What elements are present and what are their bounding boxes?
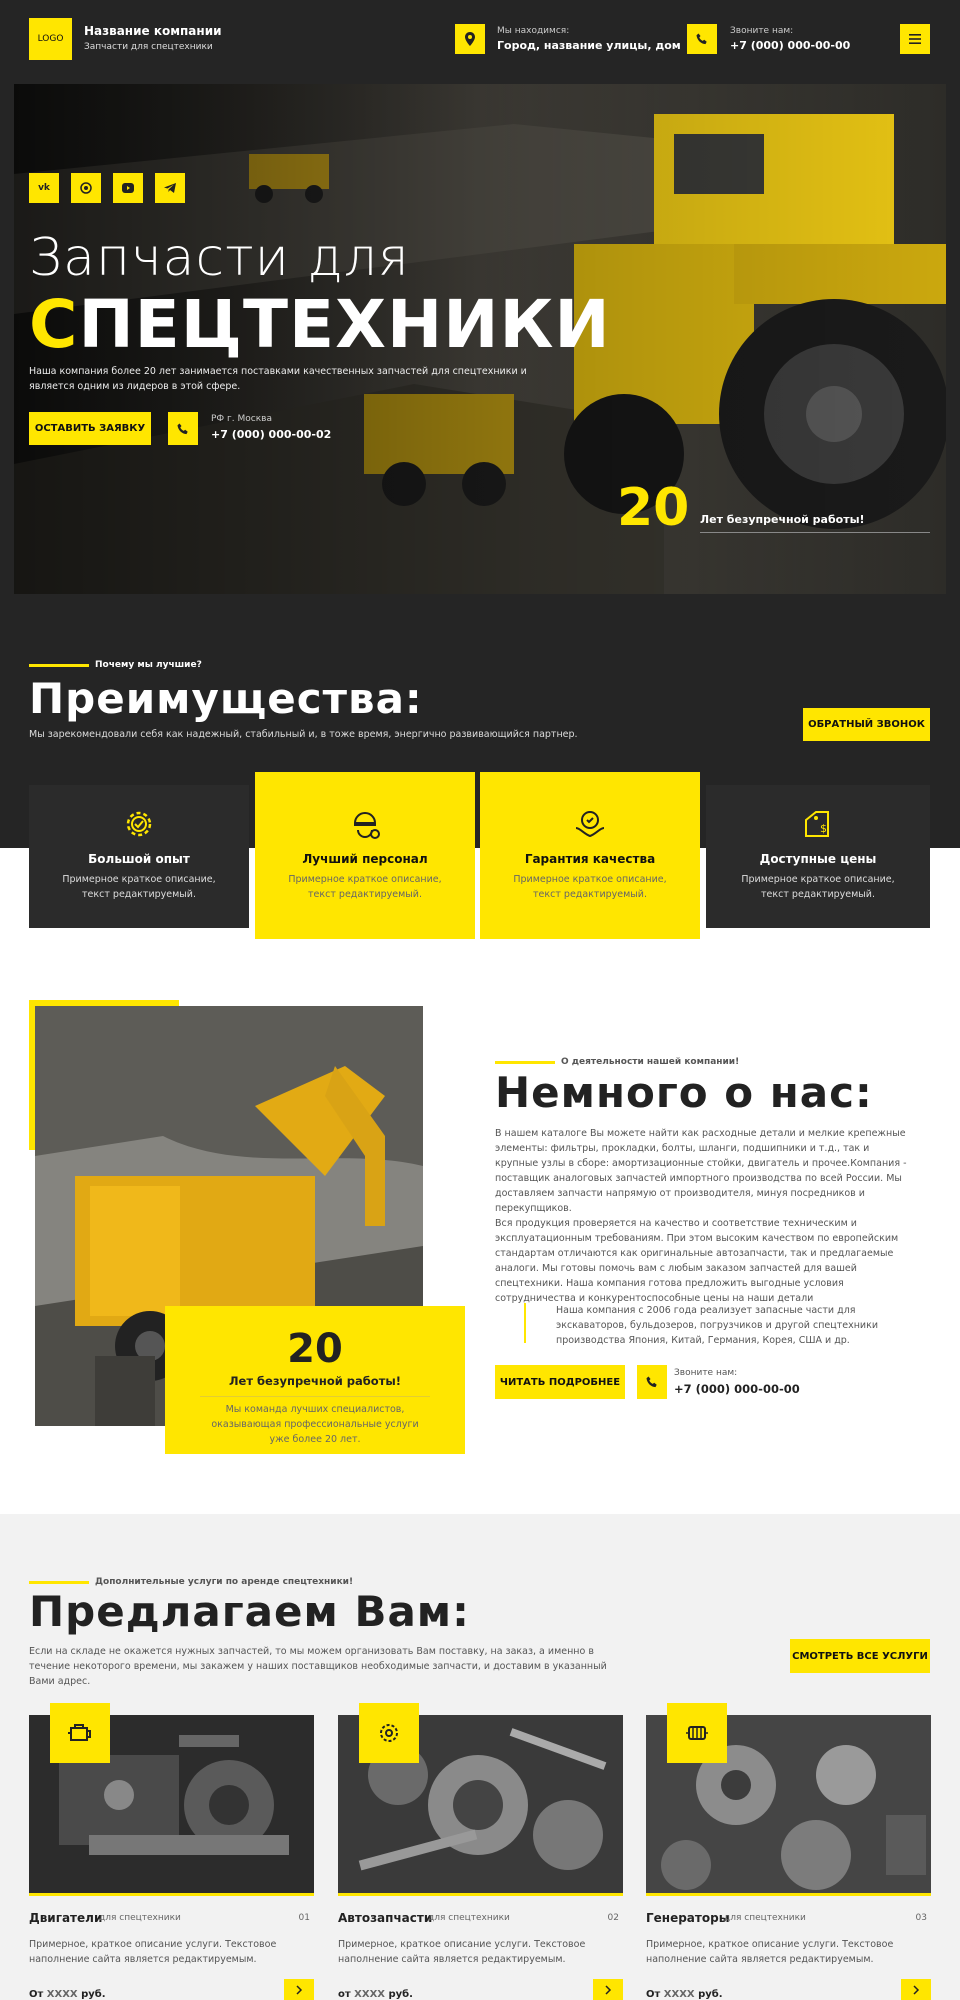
service-arrow-button[interactable] (284, 1979, 314, 2000)
telegram-icon[interactable] (155, 173, 185, 203)
about-badge-title: Лет безупречной работы! (228, 1374, 402, 1388)
about-paragraph-2: Вся продукция проверяется на качество и … (495, 1218, 899, 1304)
advantage-title: Большой опыт (88, 852, 190, 866)
company-name: Название компании (84, 24, 222, 38)
hero-title-line1: Запчасти для (29, 228, 410, 288)
about-phone-label: Звоните нам: (674, 1368, 738, 1378)
phone-value[interactable]: +7 (000) 000-00-00 (730, 39, 850, 52)
advantage-card: $ Доступные цены Примерное краткое описа… (706, 785, 930, 928)
services-title: Предлагаем Вам: (29, 1587, 470, 1636)
engine-icon (50, 1703, 110, 1763)
service-price: От XXXX руб. (29, 1989, 106, 2000)
leave-request-button[interactable]: Оставить заявку (29, 412, 151, 445)
advantage-desc: Примерное краткое описание, текст редакт… (288, 874, 442, 900)
price-tag-icon: $ (805, 811, 829, 837)
svg-text:$: $ (820, 822, 827, 835)
advantage-desc: Примерное краткое описание, текст редакт… (62, 874, 216, 900)
quality-hands-icon (575, 811, 605, 838)
service-desc: Примерное, краткое описание услуги. Текс… (29, 1939, 277, 1965)
advantage-desc: Примерное краткое описание, текст редакт… (513, 874, 667, 900)
about-phone-icon[interactable] (637, 1365, 667, 1399)
location-value: Город, название улицы, дом (497, 39, 681, 52)
advantage-title: Доступные цены (759, 852, 877, 866)
service-title: Генераторы (646, 1911, 730, 1925)
about-title: Немного о нас: (495, 1068, 873, 1117)
service-card-underline (338, 1893, 623, 1896)
hero-phone-caption: РФ г. Москва (211, 414, 272, 424)
service-desc: Примерное, краткое описание услуги. Текс… (646, 1939, 894, 1965)
advantages-kicker-line (29, 664, 89, 667)
about-quote-line (524, 1303, 526, 1343)
hero-years-divider (700, 532, 930, 533)
service-desc: Примерное, краткое описание услуги. Текс… (338, 1939, 586, 1965)
service-number: 02 (607, 1913, 619, 1923)
service-card-underline (29, 1893, 314, 1896)
about-paragraph-1: В нашем каталоге Вы можете найти как рас… (495, 1128, 907, 1214)
phone-icon[interactable] (687, 24, 717, 54)
service-number: 01 (298, 1913, 310, 1923)
hero-phone[interactable]: +7 (000) 000-00-02 (211, 428, 331, 441)
services-subtitle: Если на складе не окажется нужных запчас… (29, 1646, 607, 1687)
service-arrow-button[interactable] (901, 1979, 931, 2000)
youtube-icon[interactable] (113, 173, 143, 203)
advantages-subtitle: Мы зарекомендовали себя как надежный, ст… (29, 729, 578, 740)
worker-helmet-icon (353, 812, 380, 839)
about-kicker-line (495, 1061, 555, 1064)
advantage-card: Лучший персонал Примерное краткое описан… (255, 772, 475, 939)
whatsapp-icon[interactable] (71, 173, 101, 203)
view-all-services-button[interactable]: Смотреть все услуги (790, 1639, 930, 1673)
service-sub: для спецтехники (724, 1913, 806, 1923)
map-pin-icon (455, 24, 485, 54)
advantage-title: Гарантия качества (524, 852, 656, 866)
gear-check-icon (126, 811, 152, 837)
advantage-desc: Примерное краткое описание, текст редакт… (741, 874, 895, 900)
service-sub: для спецтехники (99, 1913, 181, 1923)
service-sub: для спецтехники (428, 1913, 510, 1923)
services-kicker: Дополнительные услуги по аренде спецтехн… (95, 1577, 354, 1587)
about-phone[interactable]: +7 (000) 000-00-00 (674, 1382, 800, 1396)
hero-years-number: 20 (617, 478, 690, 538)
advantage-card: Большой опыт Примерное краткое описание,… (29, 785, 249, 928)
about-badge-text: Мы команда лучших специалистов, оказываю… (211, 1404, 419, 1445)
company-tagline: Запчасти для спецтехники (84, 42, 213, 52)
about-kicker: О деятельности нашей компании! (561, 1057, 740, 1067)
hero-years-text: Лет безупречной работы! (700, 513, 865, 526)
callback-button[interactable]: Обратный звонок (803, 708, 930, 741)
hero-description: Наша компания более 20 лет занимается по… (29, 366, 527, 392)
service-card-underline (646, 1893, 931, 1896)
service-title: Двигатели (29, 1911, 103, 1925)
service-card[interactable]: Двигатели для спецтехники 01 Примерное, … (29, 1703, 314, 2000)
service-arrow-button[interactable] (593, 1979, 623, 2000)
service-number: 03 (915, 1913, 927, 1923)
advantages-title: Преимущества: (29, 674, 423, 723)
services-kicker-line (29, 1581, 89, 1584)
service-title: Автозапчасти (338, 1911, 433, 1925)
location-label: Мы находимся: (497, 26, 570, 36)
gear-part-icon (359, 1703, 419, 1763)
vk-icon[interactable]: vk (29, 173, 59, 203)
service-card[interactable]: Генераторы для спецтехники 03 Примерное,… (646, 1703, 931, 2000)
hero-title-line2: СПЕЦТЕХНИКИ (29, 286, 611, 363)
generator-icon (667, 1703, 727, 1763)
advantage-card: Гарантия качества Примерное краткое опис… (480, 772, 700, 939)
service-card[interactable]: Автозапчасти для спецтехники 02 Примерно… (338, 1703, 623, 2000)
logo[interactable]: LOGO (29, 18, 72, 60)
hamburger-menu-icon[interactable] (900, 24, 930, 54)
advantages-kicker: Почему мы лучшие? (95, 660, 202, 670)
service-price: От XXXX руб. (646, 1989, 723, 2000)
hero-title-first-letter: С (29, 286, 79, 363)
phone-label: Звоните нам: (730, 26, 794, 36)
about-years-badge: 20 Лет безупречной работы! Мы команда лу… (165, 1306, 465, 1454)
about-quote: Наша компания с 2006 года реализует запа… (556, 1305, 879, 1346)
advantage-title: Лучший персонал (302, 852, 428, 866)
about-badge-divider (200, 1396, 430, 1397)
about-badge-number: 20 (287, 1326, 343, 1372)
service-price: от XXXX руб. (338, 1989, 413, 2000)
hero-phone-icon[interactable] (168, 412, 198, 445)
hero-title-rest: ПЕЦТЕХНИКИ (78, 286, 611, 363)
read-more-button[interactable]: Читать подробнее (495, 1365, 625, 1399)
